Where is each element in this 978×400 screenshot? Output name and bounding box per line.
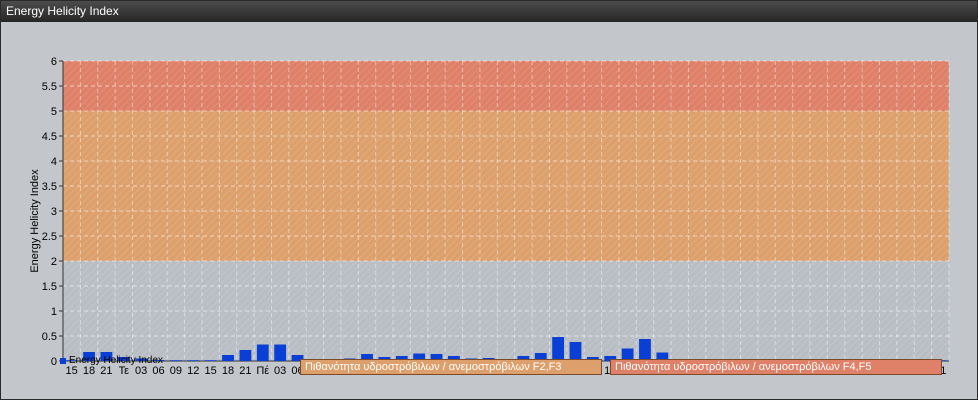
- y-tick-label: 3: [51, 206, 57, 218]
- y-tick-label: 5: [51, 106, 57, 118]
- widget-title: Energy Helicity Index: [1, 1, 977, 22]
- x-tick-label: 06: [152, 365, 164, 377]
- bar: [639, 339, 651, 361]
- bar: [204, 360, 217, 361]
- x-tick-label: 12: [187, 365, 199, 377]
- x-tick-label: Πέ: [256, 365, 269, 377]
- x-tick-label: 18: [222, 365, 234, 377]
- zone-label-f2f3: Πιθανότητα υδροστρόβιλων / ανεμοστρόβιλω…: [300, 359, 602, 375]
- legend-item-ehi[interactable]: Energy Helicity Index: [60, 355, 163, 366]
- bar: [274, 344, 287, 361]
- legend-swatch: [60, 357, 66, 364]
- y-tick-label: 4.5: [42, 131, 57, 143]
- ehi-chart: 0 0.5 1 1.5 2 2.5 3 3.5 4 4.5 5 5.5 6 15 18 21 Τε 03 06 09 1…: [29, 56, 950, 377]
- y-axis-title: Energy Helicity Index: [29, 169, 41, 273]
- x-tick-label: 21: [239, 365, 251, 377]
- x-tick-label: Τε: [119, 365, 130, 377]
- x-tick-label: 21: [100, 365, 112, 377]
- legend-label: Energy Helicity Index: [69, 355, 163, 366]
- y-tick-label: 2: [51, 256, 57, 268]
- y-tick-label: 4: [51, 156, 57, 168]
- bar: [222, 355, 234, 361]
- y-tick-label: 1: [51, 306, 57, 318]
- y-tick-label: 6: [51, 56, 57, 68]
- y-tick-label: 3.5: [42, 181, 57, 193]
- bar: [256, 344, 269, 361]
- y-tick-label: 5.5: [42, 81, 57, 93]
- y-tick-label: 2.5: [42, 231, 57, 243]
- bar: [552, 337, 565, 361]
- x-tick-label: 15: [66, 365, 78, 377]
- x-tick-label: 03: [135, 365, 147, 377]
- y-tick-label: 0.5: [42, 331, 57, 343]
- x-tick-label: 09: [170, 365, 182, 377]
- y-tick-label: 1.5: [42, 281, 57, 293]
- x-tick-label: 03: [274, 365, 286, 377]
- bar: [170, 360, 182, 361]
- chart-widget: Energy Helicity Index 0 0.5 1 1.5 2 2.5 3 3.5 4 4…: [0, 0, 978, 400]
- x-tick-label: 18: [83, 365, 95, 377]
- bar: [239, 350, 252, 361]
- zone-label-f4f5: Πιθανότητα υδροστρόβιλων / ανεμοστρόβιλω…: [610, 359, 942, 375]
- bar: [187, 360, 200, 361]
- y-tick-label: 0: [51, 356, 57, 368]
- x-tick-label: 15: [205, 365, 217, 377]
